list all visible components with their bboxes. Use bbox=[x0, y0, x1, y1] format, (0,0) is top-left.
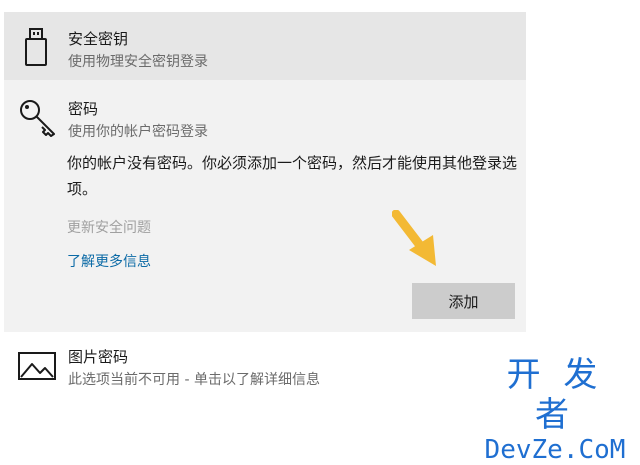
watermark-line1: 开 发 者 bbox=[506, 355, 604, 435]
key-icon bbox=[18, 98, 58, 142]
add-password-button[interactable]: 添加 bbox=[412, 283, 515, 319]
arrow-pointer-icon bbox=[391, 209, 442, 276]
watermark-line2: DevZe.CoM bbox=[484, 435, 626, 465]
option-picture-password[interactable]: 图片密码 此选项当前不可用 - 单击以了解详细信息 bbox=[4, 340, 474, 400]
learn-more-link[interactable]: 了解更多信息 bbox=[67, 251, 151, 271]
usb-key-icon bbox=[24, 28, 48, 72]
option-subtitle: 此选项当前不可用 - 单击以了解详细信息 bbox=[68, 372, 320, 388]
update-security-questions-link: 更新安全问题 bbox=[67, 220, 151, 236]
option-title: 安全密钥 bbox=[68, 30, 129, 48]
password-description: 你的帐户没有密码。你必须添加一个密码，然后才能使用其他登录选项。 bbox=[67, 154, 518, 198]
option-subtitle: 使用你的帐户密码登录 bbox=[68, 124, 208, 140]
option-title: 图片密码 bbox=[68, 348, 129, 366]
picture-icon bbox=[18, 352, 56, 384]
watermark-logo: 开 发 者 DevZe.CoM bbox=[480, 355, 630, 465]
option-security-key[interactable]: 安全密钥 使用物理安全密钥登录 bbox=[4, 12, 526, 80]
option-title: 密码 bbox=[68, 100, 99, 118]
option-subtitle: 使用物理安全密钥登录 bbox=[68, 54, 208, 70]
